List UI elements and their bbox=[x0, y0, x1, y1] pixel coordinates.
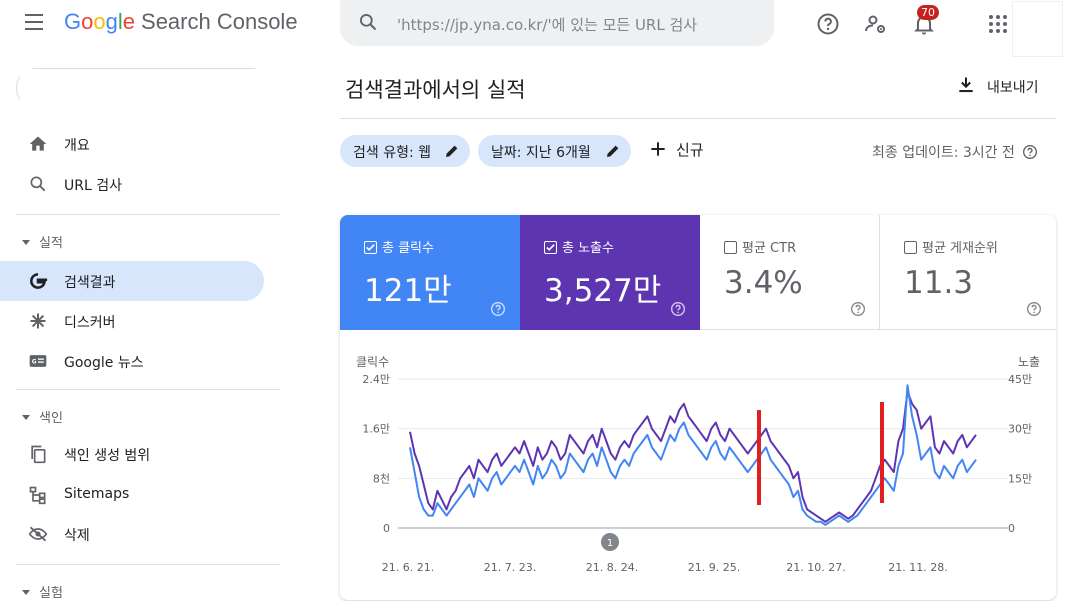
metric-total-impressions[interactable]: 총 노출수 3,527만 bbox=[520, 215, 700, 330]
help-icon[interactable] bbox=[1022, 144, 1038, 160]
left-axis-title: 클릭수 bbox=[356, 355, 389, 369]
search-icon bbox=[30, 176, 46, 192]
header-divider bbox=[340, 118, 1056, 119]
help-icon[interactable] bbox=[850, 301, 866, 317]
series-line-0 bbox=[409, 390, 977, 523]
notifications-badge: 70 bbox=[917, 5, 939, 20]
left-tick-label: 8천 bbox=[373, 471, 390, 485]
help-icon[interactable] bbox=[816, 12, 840, 36]
apps-grid-icon[interactable] bbox=[986, 12, 1010, 36]
collapse-triangle-icon bbox=[22, 590, 30, 595]
property-selector-redacted bbox=[20, 69, 271, 109]
download-icon bbox=[959, 77, 973, 93]
asterisk-icon bbox=[30, 313, 46, 329]
checkbox-unchecked-icon[interactable] bbox=[724, 241, 737, 254]
last-update-text: 최종 업데이트: 3시간 전 bbox=[872, 142, 1038, 162]
metric-total-clicks[interactable]: 총 클릭수 121만 bbox=[340, 215, 520, 330]
search-placeholder[interactable]: 'https://jp.yna.co.kr/'에 있는 모든 URL 검사 bbox=[397, 14, 697, 35]
performance-chart[interactable]: 클릭수 노출 0 0 8천 15만 1.6만 30만 2.4만 45만 21. 6. 21. 21. … bbox=[340, 345, 1056, 600]
checkbox-checked-icon[interactable] bbox=[544, 241, 557, 254]
help-icon[interactable] bbox=[1026, 301, 1042, 317]
left-tick-label: 0 bbox=[383, 522, 390, 535]
help-icon[interactable] bbox=[670, 301, 686, 317]
sidebar-item-discover[interactable]: 디스커버 bbox=[0, 301, 264, 341]
filter-chip-search-type[interactable]: 검색 유형: 웹 bbox=[340, 135, 470, 167]
product-logo[interactable]: Google Search Console bbox=[64, 9, 298, 35]
metric-average-position[interactable]: 평균 게재순위 11.3 bbox=[880, 215, 1056, 330]
help-icon[interactable] bbox=[490, 301, 506, 317]
google-g-icon bbox=[30, 273, 48, 289]
section-experience[interactable]: 실험 bbox=[22, 582, 63, 601]
performance-card: 총 클릭수 121만 총 노출수 3,527만 평균 CTR 3.4% 평균 게… bbox=[340, 215, 1056, 600]
edit-pencil-icon[interactable] bbox=[444, 143, 460, 159]
page-title: 검색결과에서의 실적 bbox=[345, 78, 526, 102]
filter-chip-date[interactable]: 날짜: 지난 6개월 bbox=[478, 135, 631, 167]
user-settings-icon[interactable] bbox=[864, 12, 888, 36]
svg-text:G: G bbox=[32, 360, 37, 366]
right-tick-label: 15만 bbox=[1008, 472, 1032, 485]
eye-off-icon bbox=[28, 526, 48, 542]
sidebar-divider bbox=[16, 564, 280, 565]
metric-value: 3.4% bbox=[724, 265, 803, 301]
right-axis-title: 노출 bbox=[1018, 355, 1040, 369]
new-filter-button[interactable]: 신규 bbox=[648, 139, 704, 160]
sidebar-item-removals[interactable]: 삭제 bbox=[0, 514, 264, 554]
edit-pencil-icon[interactable] bbox=[605, 143, 621, 159]
top-bar: Google Search Console 'https://jp.yna.co.… bbox=[0, 0, 1070, 57]
sidebar-item-sitemaps[interactable]: Sitemaps bbox=[0, 475, 264, 515]
sidebar-item-overview[interactable]: 개요 bbox=[0, 124, 264, 164]
x-tick-label: 21. 11. 28. bbox=[888, 561, 947, 574]
right-tick-label: 45만 bbox=[1008, 373, 1032, 386]
checkbox-checked-icon[interactable] bbox=[364, 241, 377, 254]
sidebar-divider bbox=[16, 214, 280, 215]
right-tick-label: 0 bbox=[1008, 522, 1015, 535]
annotation-label: 1 bbox=[607, 538, 613, 549]
sidebar-item-google-news[interactable]: G Google 뉴스 bbox=[0, 341, 264, 381]
left-tick-label: 1.6만 bbox=[362, 423, 390, 436]
x-tick-label: 21. 10. 27. bbox=[786, 561, 845, 574]
x-tick-label: 21. 6. 21. bbox=[382, 561, 434, 574]
search-icon bbox=[360, 14, 377, 31]
x-tick-label: 21. 8. 24. bbox=[586, 561, 638, 574]
menu-icon[interactable] bbox=[25, 14, 45, 32]
x-tick-label: 21. 7. 23. bbox=[484, 561, 536, 574]
sitemap-icon bbox=[29, 486, 46, 505]
sidebar-item-search-results[interactable]: 검색결과 bbox=[0, 261, 264, 301]
right-tick-label: 30만 bbox=[1008, 423, 1032, 436]
section-index[interactable]: 색인 bbox=[22, 407, 63, 426]
home-icon bbox=[29, 136, 47, 151]
metric-value: 3,527만 bbox=[544, 273, 662, 309]
sidebar-divider bbox=[16, 389, 280, 390]
sidebar-item-url-inspection[interactable]: URL 검사 bbox=[0, 164, 264, 204]
x-tick-label: 21. 9. 25. bbox=[688, 561, 740, 574]
collapse-triangle-icon bbox=[22, 415, 30, 420]
sidebar-item-coverage[interactable]: 색인 생성 범위 bbox=[0, 434, 264, 474]
plus-icon bbox=[651, 142, 665, 156]
sidebar: 개요 URL 검사 실적 검색결과 디스커버 G Google 뉴스 색인 색인… bbox=[0, 56, 280, 601]
section-performance[interactable]: 실적 bbox=[22, 232, 63, 251]
left-tick-label: 2.4만 bbox=[362, 373, 390, 386]
metric-value: 121만 bbox=[364, 273, 452, 309]
collapse-triangle-icon bbox=[22, 240, 30, 245]
account-avatar[interactable] bbox=[1012, 1, 1063, 57]
metric-average-ctr[interactable]: 평균 CTR 3.4% bbox=[700, 215, 880, 330]
url-inspect-search[interactable]: 'https://jp.yna.co.kr/'에 있는 모든 URL 검사 bbox=[340, 0, 774, 46]
metric-value: 11.3 bbox=[904, 265, 974, 301]
google-news-icon: G bbox=[29, 355, 47, 367]
checkbox-unchecked-icon[interactable] bbox=[904, 241, 917, 254]
copy-icon bbox=[31, 445, 46, 464]
